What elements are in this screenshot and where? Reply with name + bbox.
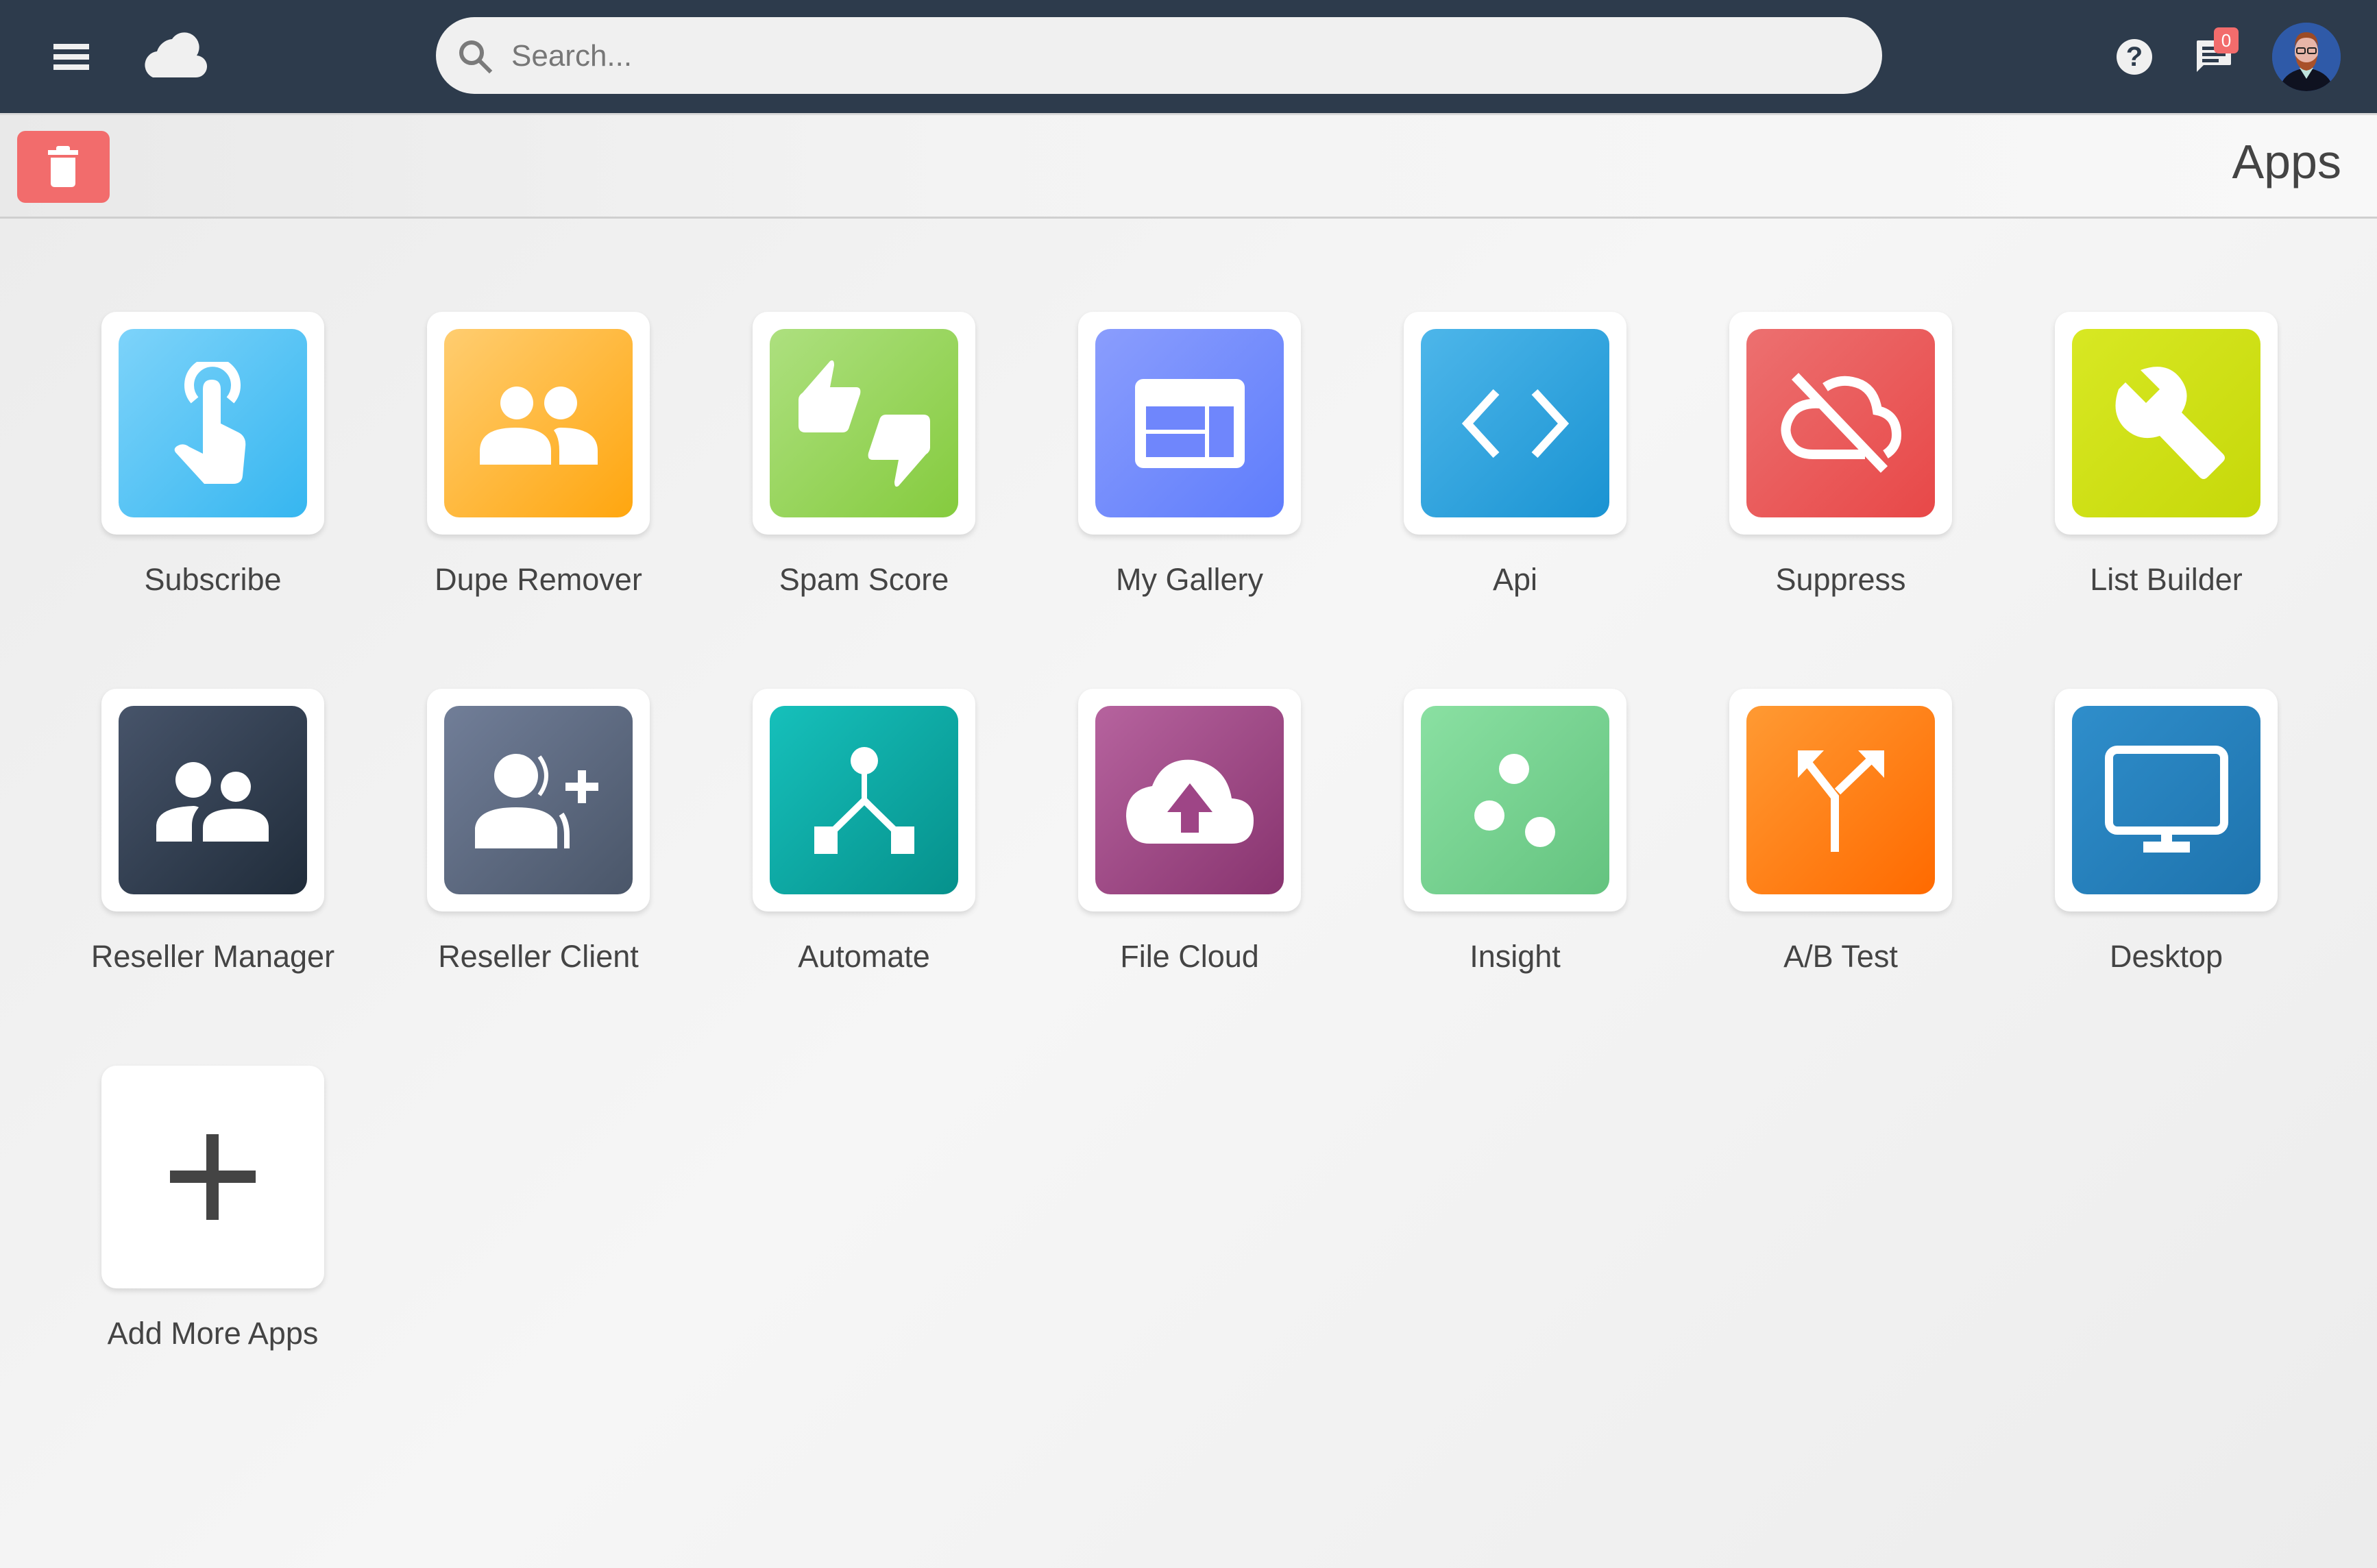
plus-icon — [170, 1134, 256, 1220]
monitor-icon — [2104, 745, 2228, 853]
app-label: Subscribe — [144, 562, 282, 597]
user-avatar[interactable] — [2272, 23, 2341, 91]
search-bar[interactable] — [436, 17, 1882, 95]
app-tile-reseller-manager[interactable]: Reseller Manager — [91, 689, 334, 974]
app-icon-tile — [444, 706, 633, 894]
add-app-card[interactable] — [101, 1066, 324, 1288]
app-card[interactable] — [1404, 689, 1626, 911]
app-tile-reseller-client[interactable]: Reseller Client — [427, 689, 650, 974]
thumbs-up-down-icon — [798, 360, 930, 487]
app-card[interactable] — [2055, 312, 2278, 535]
app-tile-list-builder[interactable]: List Builder — [2055, 312, 2278, 597]
search-icon — [459, 40, 493, 74]
app-tile-insight[interactable]: Insight — [1404, 689, 1626, 974]
message-count-badge: 0 — [2214, 27, 2239, 53]
search-input[interactable] — [510, 17, 1849, 95]
split-arrows-icon — [1797, 750, 1884, 852]
app-icon-tile — [1746, 706, 1935, 894]
app-card[interactable] — [2055, 689, 2278, 911]
app-card[interactable] — [753, 312, 975, 535]
people-icon — [479, 386, 598, 465]
app-label: Insight — [1470, 939, 1561, 974]
app-icon-tile — [1095, 329, 1284, 517]
app-card[interactable] — [1078, 312, 1301, 535]
app-label: Dupe Remover — [435, 562, 642, 597]
app-tile-my-gallery[interactable]: My Gallery — [1078, 312, 1301, 597]
app-card[interactable] — [1729, 689, 1952, 911]
app-card[interactable] — [427, 689, 650, 911]
gallery-layout-icon — [1134, 378, 1245, 468]
app-icon-tile — [1421, 706, 1609, 894]
app-card[interactable] — [1729, 312, 1952, 535]
top-navbar: ? 0 — [0, 0, 2377, 113]
app-tile-automate[interactable]: Automate — [753, 689, 975, 974]
dots-scatter-icon — [1474, 753, 1555, 847]
app-label: A/B Test — [1783, 939, 1898, 974]
tap-hand-icon — [174, 361, 245, 484]
add-more-apps-label: Add More Apps — [107, 1316, 319, 1351]
app-card[interactable] — [427, 312, 650, 535]
app-tile-suppress[interactable]: Suppress — [1729, 312, 1952, 597]
page-title: Apps — [2232, 135, 2341, 188]
app-icon-tile — [119, 706, 307, 894]
cloud-upload-icon — [1125, 759, 1254, 844]
app-card[interactable] — [101, 312, 324, 535]
app-label: Suppress — [1775, 562, 1906, 597]
app-tile-desktop[interactable]: Desktop — [2055, 689, 2278, 974]
app-card[interactable] — [1404, 312, 1626, 535]
workflow-branch-icon — [814, 746, 914, 854]
app-label: List Builder — [2090, 562, 2243, 597]
app-label: Reseller Manager — [90, 939, 335, 974]
trash-icon — [48, 146, 78, 187]
app-card[interactable] — [101, 689, 324, 911]
app-icon-tile — [1746, 329, 1935, 517]
app-icon-tile — [1421, 329, 1609, 517]
app-card[interactable] — [753, 689, 975, 911]
app-icon-tile — [119, 329, 307, 517]
add-more-apps-tile[interactable]: Add More Apps — [101, 1066, 324, 1351]
app-icon-tile — [770, 706, 958, 894]
add-user-icon — [474, 753, 598, 848]
app-card[interactable] — [1078, 689, 1301, 911]
app-icon-tile — [2072, 329, 2260, 517]
app-label: Spam Score — [779, 562, 949, 597]
cloud-off-icon — [1781, 372, 1901, 473]
app-tile-api[interactable]: Api — [1404, 312, 1626, 597]
app-label: Api — [1492, 562, 1538, 597]
app-icon-tile — [444, 329, 633, 517]
wrench-icon — [2115, 366, 2225, 479]
app-tile-ab-test[interactable]: A/B Test — [1729, 689, 1952, 974]
avatar-image — [2272, 23, 2341, 91]
page-toolbar: Apps — [0, 113, 2377, 219]
cloud-logo-icon[interactable] — [141, 31, 209, 79]
app-label: File Cloud — [1120, 939, 1259, 974]
app-tile-subscribe[interactable]: Subscribe — [101, 312, 324, 597]
hamburger-menu-icon[interactable] — [48, 40, 93, 74]
app-icon-tile — [2072, 706, 2260, 894]
app-label: Reseller Client — [438, 939, 639, 974]
app-icon-tile — [1095, 706, 1284, 894]
code-brackets-icon — [1461, 389, 1569, 458]
delete-button[interactable] — [17, 131, 110, 203]
app-icon-tile — [770, 329, 958, 517]
app-tile-dupe-remover[interactable]: Dupe Remover — [427, 312, 650, 597]
help-icon[interactable]: ? — [2117, 39, 2152, 75]
app-label: My Gallery — [1115, 562, 1264, 597]
app-tile-file-cloud[interactable]: File Cloud — [1078, 689, 1301, 974]
app-tile-spam-score[interactable]: Spam Score — [753, 312, 975, 597]
group-icon — [156, 761, 269, 842]
app-label: Automate — [798, 939, 930, 974]
app-label: Desktop — [2109, 939, 2223, 974]
